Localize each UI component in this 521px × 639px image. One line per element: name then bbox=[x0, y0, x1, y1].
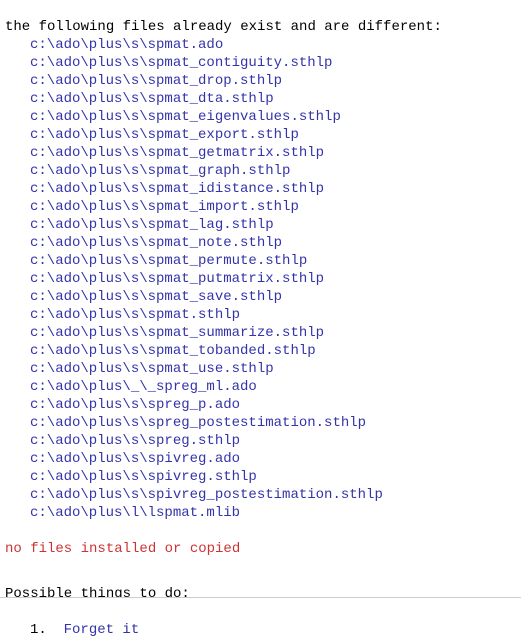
file-path-item: c:\ado\plus\s\spreg_p.ado bbox=[30, 397, 241, 413]
file-path-item: c:\ado\plus\l\lspmat.mlib bbox=[30, 505, 241, 521]
error-message: no files installed or copied bbox=[5, 541, 241, 557]
file-path-item: c:\ado\plus\s\spmat_dta.sthlp bbox=[30, 91, 274, 107]
spacer-after-error-2 bbox=[0, 576, 521, 585]
file-path-item: c:\ado\plus\s\spmat_getmatrix.sthlp bbox=[30, 145, 325, 161]
file-path-item: c:\ado\plus\s\spmat_summarize.sthlp bbox=[30, 325, 325, 341]
top-spacer bbox=[0, 0, 521, 18]
file-path-item: c:\ado\plus\s\spmat_lag.sthlp bbox=[30, 217, 274, 233]
todo-item: 1. Forget it bbox=[0, 621, 521, 639]
spacer-before-error bbox=[0, 522, 521, 540]
file-path-item: c:\ado\plus\s\spmat_tobanded.sthlp bbox=[30, 343, 316, 359]
file-path-item: c:\ado\plus\s\spmat_permute.sthlp bbox=[30, 253, 308, 269]
file-path-item: c:\ado\plus\s\spivreg_postestimation.sth… bbox=[30, 487, 383, 503]
file-path-list: c:\ado\plus\s\spmat.ado c:\ado\plus\s\sp… bbox=[0, 36, 521, 522]
file-path-item: c:\ado\plus\s\spreg.sthlp bbox=[30, 433, 241, 449]
todo-item-link[interactable]: Forget it bbox=[64, 622, 140, 638]
file-path-item: c:\ado\plus\s\spmat_export.sthlp bbox=[30, 127, 299, 143]
spacer-before-todo bbox=[0, 603, 521, 621]
todo-list: 1. Forget it bbox=[0, 621, 521, 639]
todo-item-number: 1. bbox=[30, 622, 47, 638]
file-path-item: c:\ado\plus\s\spmat_note.sthlp bbox=[30, 235, 283, 251]
bottom-strip bbox=[0, 598, 521, 605]
stata-results-pane[interactable]: the following files already exist and ar… bbox=[0, 0, 521, 638]
file-path-item: c:\ado\plus\s\spivreg.ado bbox=[30, 451, 241, 467]
file-path-item: c:\ado\plus\s\spmat_contiguity.sthlp bbox=[30, 55, 333, 71]
file-path-item: c:\ado\plus\s\spreg_postestimation.sthlp bbox=[30, 415, 367, 431]
file-path-item: c:\ado\plus\s\spmat.sthlp bbox=[30, 307, 241, 323]
file-path-item: c:\ado\plus\s\spmat_import.sthlp bbox=[30, 199, 299, 215]
file-path-item: c:\ado\plus\s\spmat_eigenvalues.sthlp bbox=[30, 109, 341, 125]
file-path-item: c:\ado\plus\s\spmat_putmatrix.sthlp bbox=[30, 271, 325, 287]
file-path-item: c:\ado\plus\s\spmat_idistance.sthlp bbox=[30, 181, 325, 197]
file-path-item: c:\ado\plus\s\spmat_save.sthlp bbox=[30, 289, 283, 305]
file-path-item: c:\ado\plus\s\spmat_drop.sthlp bbox=[30, 73, 283, 89]
header-message: the following files already exist and ar… bbox=[5, 19, 442, 35]
spacer-after-error bbox=[0, 558, 521, 576]
file-path-item: c:\ado\plus\_\_spreg_ml.ado bbox=[30, 379, 257, 395]
file-path-item: c:\ado\plus\s\spmat.ado bbox=[30, 37, 224, 53]
file-path-item: c:\ado\plus\s\spmat_use.sthlp bbox=[30, 361, 274, 377]
file-path-item: c:\ado\plus\s\spmat_graph.sthlp bbox=[30, 163, 291, 179]
file-path-item: c:\ado\plus\s\spivreg.sthlp bbox=[30, 469, 257, 485]
